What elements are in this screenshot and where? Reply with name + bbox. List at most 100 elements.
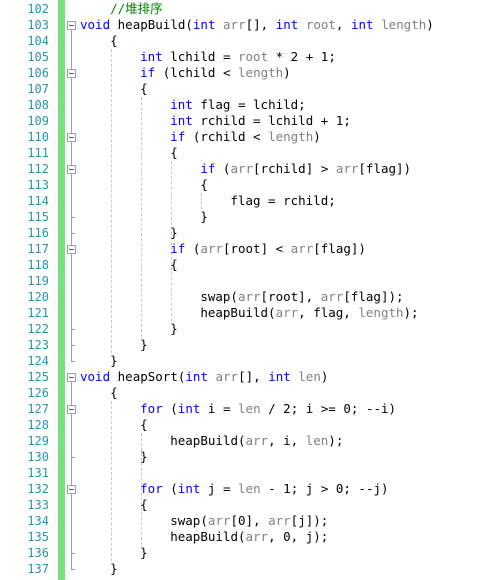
code-token-plain: ( [162,401,178,416]
code-token-plain: { [110,385,118,400]
fold-region-line [71,494,72,553]
code-token-plain: - 1; j > 0; --j) [260,481,389,496]
code-token-plain: swap( [200,289,238,304]
code-token-plain: flag = lchild; [192,97,306,112]
code-token-plain: (rchild < [185,129,269,144]
line-number: 134 [27,514,49,528]
code-line[interactable]: int rchild = lchild + 1; [170,113,351,129]
line-number: 117 [27,242,49,256]
code-line[interactable]: heapBuild(arr, 0, j); [170,529,328,545]
line-number: 114 [27,194,49,208]
code-line[interactable]: { [170,257,178,273]
code-line[interactable]: } [140,337,148,353]
code-line[interactable]: swap(arr[root], arr[flag]); [200,289,403,305]
code-token-plain: ); [403,305,419,320]
fold-toggle-icon[interactable] [67,21,76,30]
line-number: 107 [27,82,49,96]
fold-region-line [71,414,72,457]
code-line[interactable]: void heapBuild(int arr[], int root, int … [80,17,434,33]
line-number: 131 [27,466,49,480]
code-token-plain: } [110,561,118,576]
code-token-plain: lchild = [162,49,238,64]
fold-toggle-icon[interactable] [67,373,76,382]
indent-guide-line [141,97,143,337]
fold-toggle-icon[interactable] [67,405,76,414]
code-token-kw: if [200,161,216,176]
code-token-plain: [], [238,369,269,384]
code-line[interactable]: { [140,81,148,97]
line-number: 109 [27,114,49,128]
code-line[interactable]: { [200,177,208,193]
code-line[interactable]: for (int i = len / 2; i >= 0; --i) [140,401,396,417]
code-line[interactable]: } [110,353,118,369]
code-folding-margin[interactable] [66,0,80,580]
fold-toggle-icon[interactable] [67,133,76,142]
code-line[interactable]: { [140,417,148,433]
code-line[interactable]: } [170,225,178,241]
code-token-plain: ); [328,433,344,448]
line-number: 133 [27,498,49,512]
code-token-plain: ( [185,17,193,32]
code-token-plain: ) [283,65,291,80]
code-line[interactable]: //堆排序 [110,1,163,17]
code-token-plain: [flag]); [343,289,404,304]
line-number: 110 [27,130,49,144]
code-line[interactable]: if (arr[root] < arr[flag]) [170,241,366,257]
code-line[interactable]: } [140,545,148,561]
code-line[interactable]: { [140,497,148,513]
fold-region-end-tick [71,345,75,346]
code-line[interactable]: { [170,145,178,161]
code-line[interactable]: heapBuild(arr, flag, length); [200,305,418,321]
fold-region-line [71,174,72,217]
fold-region-end-tick [71,217,75,218]
code-editor[interactable]: 102 103 104 105 106 107 108 109 110 111 112 113 114 1… [0,0,501,580]
code-line[interactable]: for (int j = len - 1; j > 0; --j) [140,481,388,497]
code-text-area[interactable]: //堆排序 void heapBuild(int arr[], int root,… [80,0,501,580]
code-line[interactable]: { [110,385,118,401]
unsaved-changes-indicator [58,0,65,580]
code-token-kw: int [275,17,299,32]
line-number: 119 [27,274,49,288]
code-token-id: arr [223,17,246,32]
code-token-plain: } [140,449,148,464]
line-number: 104 [27,34,49,48]
code-token-kw: int [350,17,374,32]
code-token-id: len [238,401,261,416]
code-token-plain: { [140,81,148,96]
code-line[interactable]: flag = rchild; [230,193,335,209]
code-token-plain: { [170,257,178,272]
code-token-kw: for [140,481,163,496]
code-line[interactable]: } [110,561,118,577]
code-line[interactable]: int flag = lchild; [170,97,305,113]
code-line[interactable]: } [140,449,148,465]
code-line[interactable]: heapBuild(arr, i, len); [170,433,343,449]
line-number: 132 [27,482,49,496]
code-token-plain: heapBuild( [170,433,246,448]
code-token-id: arr [335,161,359,176]
fold-toggle-icon[interactable] [67,69,76,78]
code-line[interactable]: int lchild = root * 2 + 1; [140,49,336,65]
line-number: 103 [27,18,49,32]
code-token-id: length [358,305,404,320]
fold-toggle-icon[interactable] [67,245,76,254]
code-token-plain: , flag, [298,305,359,320]
code-line[interactable]: } [200,209,208,225]
code-line[interactable]: if (arr[rchild] > arr[flag]) [200,161,411,177]
code-token-plain: } [200,209,208,224]
code-line[interactable]: if (rchild < length) [170,129,321,145]
code-token-plain: swap( [170,513,208,528]
code-token-plain: / 2; i >= 0; --i) [260,401,397,416]
code-token-plain: flag = rchild; [230,193,336,208]
code-line[interactable]: swap(arr[0], arr[j]); [170,513,328,529]
code-line[interactable]: if (lchild < length) [140,65,291,81]
code-line[interactable]: { [110,33,118,49]
code-token-plain: } [170,321,178,336]
code-token-plain: , [335,17,351,32]
code-token-id: len [298,369,321,384]
fold-toggle-icon[interactable] [67,165,76,174]
code-token-plain: { [170,145,178,160]
code-line[interactable]: } [170,321,178,337]
fold-toggle-icon[interactable] [67,485,76,494]
code-line[interactable]: void heapSort(int arr[], int len) [80,369,328,385]
code-token-id: arr [290,241,314,256]
